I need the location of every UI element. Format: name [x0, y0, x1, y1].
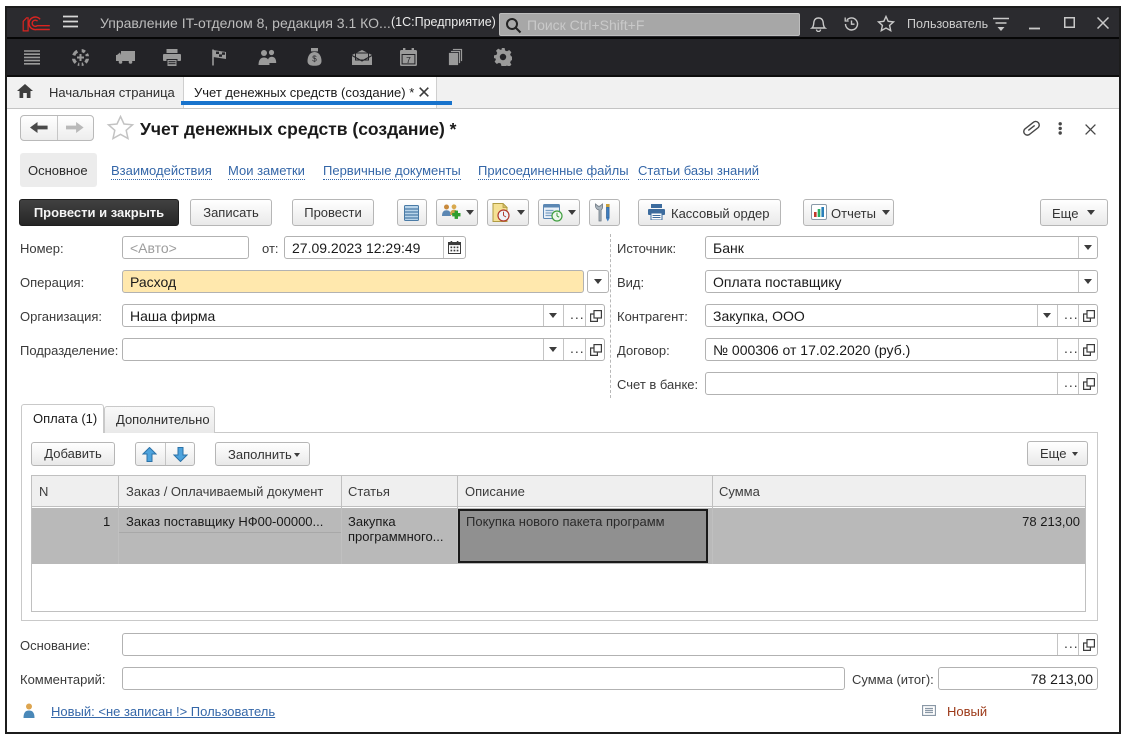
svg-text:7: 7	[406, 55, 411, 65]
svg-text:$: $	[312, 55, 317, 64]
